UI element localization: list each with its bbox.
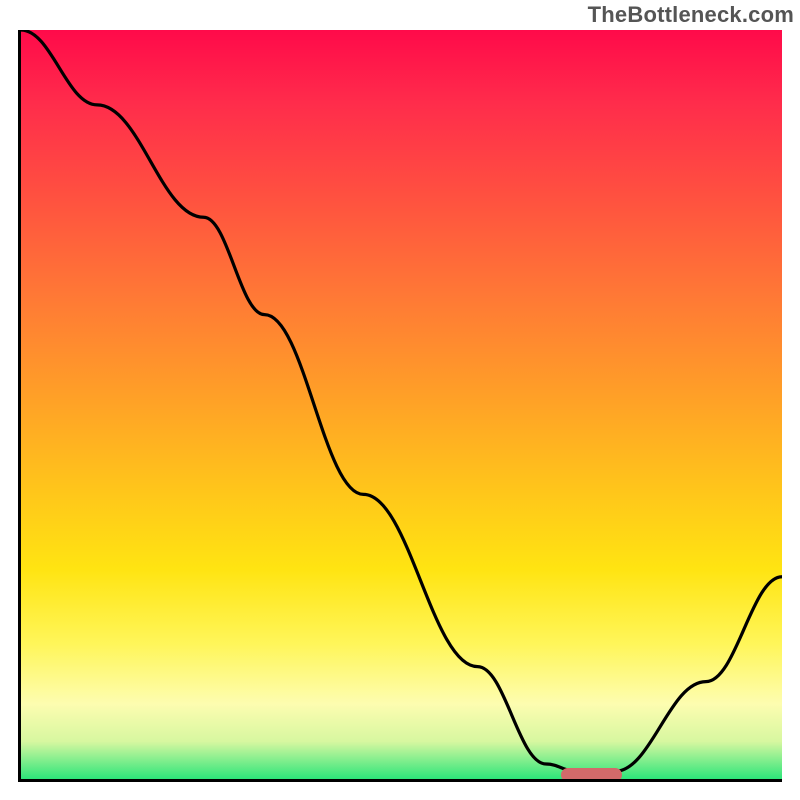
watermark-text: TheBottleneck.com <box>588 2 794 28</box>
axes-frame <box>18 30 782 782</box>
